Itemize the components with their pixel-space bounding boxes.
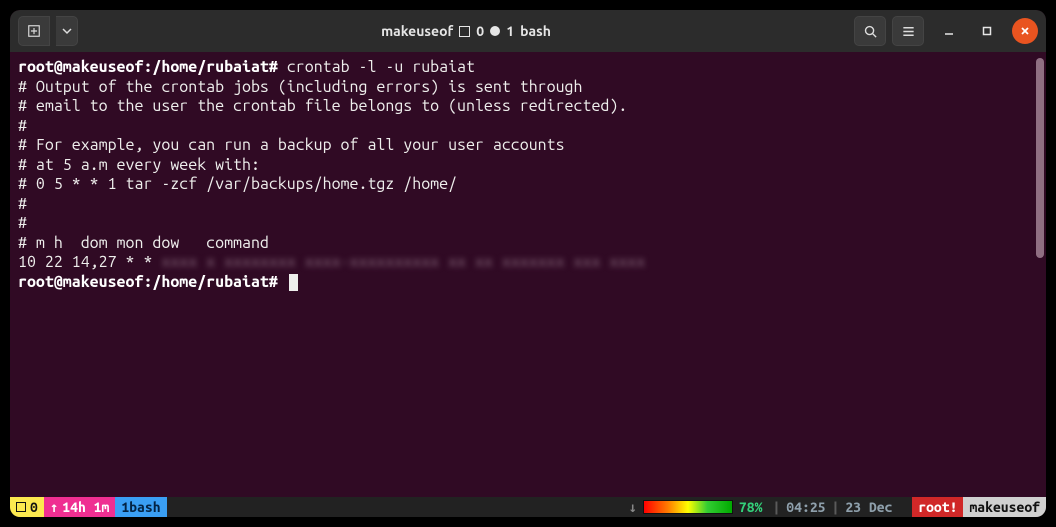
cron-schedule: 10 22 14,27 * *: [18, 253, 161, 271]
download-arrow-icon: ↓: [628, 499, 636, 516]
battery-percent: 78%: [739, 499, 763, 515]
titlebar-right: [854, 16, 1038, 46]
status-host-label: makeuseof: [969, 499, 1040, 515]
status-spacer: ↓: [167, 497, 641, 517]
hamburger-icon: [901, 24, 916, 39]
status-uptime: ↑14h 1m: [44, 497, 115, 517]
pane-indicator-icon: [459, 26, 470, 37]
status-time: 04:25: [786, 497, 825, 517]
menu-button[interactable]: [892, 16, 924, 46]
terminal-line: root@makeuseof:/home/rubaiat# crontab -l…: [18, 58, 1038, 78]
terminal-line: # email to the user the crontab file bel…: [18, 97, 1038, 117]
new-tab-icon: [27, 24, 41, 38]
prompt-path: :/home/rubaiat#: [143, 273, 277, 291]
status-tab[interactable]: 1 bash: [115, 497, 166, 517]
terminal-viewport[interactable]: root@makeuseof:/home/rubaiat# crontab -l…: [10, 52, 1046, 497]
new-tab-dropdown[interactable]: [56, 16, 78, 46]
titlebar: makeuseof 0 1 bash: [10, 10, 1046, 52]
window-title: makeuseof 0 1 bash: [84, 23, 848, 39]
terminal-line: # Output of the crontab jobs (including …: [18, 78, 1038, 98]
terminal-line: 10 22 14,27 * * xxxx x xxxxxxxx xxxx-xxx…: [18, 253, 1038, 273]
terminal-line: # 0 5 * * 1 tar -zcf /var/backups/home.t…: [18, 175, 1038, 195]
status-separator: |: [826, 497, 846, 517]
chevron-down-icon: [62, 26, 72, 36]
minimize-icon: [943, 25, 955, 37]
title-app: makeuseof: [381, 23, 453, 39]
title-shell: bash: [520, 23, 551, 39]
search-button[interactable]: [854, 16, 886, 46]
titlebar-left: [18, 16, 78, 46]
new-tab-button[interactable]: [18, 16, 50, 46]
tab-name: bash: [129, 499, 160, 515]
terminal-line: root@makeuseof:/home/rubaiat#: [18, 273, 1038, 293]
close-button[interactable]: [1012, 18, 1038, 44]
maximize-button[interactable]: [974, 18, 1000, 44]
tab-number: 1: [121, 499, 129, 515]
status-user-label: root!: [918, 499, 957, 515]
status-separator: [892, 497, 912, 517]
title-tab-index: 1: [506, 23, 514, 39]
terminal-window: makeuseof 0 1 bash: [10, 10, 1046, 517]
status-user: root!: [912, 497, 963, 517]
status-date: 23 Dec: [845, 497, 892, 517]
prompt-command: crontab -l -u rubaiat: [278, 58, 475, 76]
active-indicator-icon: [490, 26, 500, 36]
terminal-line: #: [18, 214, 1038, 234]
minimize-button[interactable]: [936, 18, 962, 44]
terminal-line: #: [18, 117, 1038, 137]
status-battery: 78%: [735, 497, 767, 517]
status-host: makeuseof: [963, 497, 1046, 517]
status-session-index[interactable]: 0: [10, 497, 44, 517]
terminal-line: # For example, you can run a backup of a…: [18, 136, 1038, 156]
prompt-user: root@makeuseof: [18, 273, 143, 291]
cursor-icon: [289, 274, 298, 291]
title-pane-index: 0: [476, 23, 484, 39]
prompt-path: :/home/rubaiat#: [143, 58, 277, 76]
terminal-line: # m h dom mon dow command: [18, 234, 1038, 254]
arrow-up-icon: ↑: [50, 499, 58, 516]
close-icon: [1019, 25, 1031, 37]
terminal-line: #: [18, 195, 1038, 215]
prompt-user: root@makeuseof: [18, 58, 143, 76]
status-load-gradient: [643, 500, 733, 514]
status-separator: |: [766, 497, 786, 517]
scrollbar[interactable]: [1036, 58, 1044, 258]
session-box-icon: [16, 502, 26, 512]
status-bar: 0 ↑14h 1m 1 bash ↓ 78% | 04:25 | 23 Dec …: [10, 497, 1046, 517]
terminal-line: # at 5 a.m every week with:: [18, 156, 1038, 176]
uptime-value: 14h 1m: [62, 499, 109, 515]
redacted-command: xxxx x xxxxxxxx xxxx-xxxxxxxxxx xx xx xx…: [161, 253, 645, 273]
search-icon: [863, 24, 878, 39]
session-index: 0: [30, 499, 38, 515]
maximize-icon: [981, 25, 993, 37]
